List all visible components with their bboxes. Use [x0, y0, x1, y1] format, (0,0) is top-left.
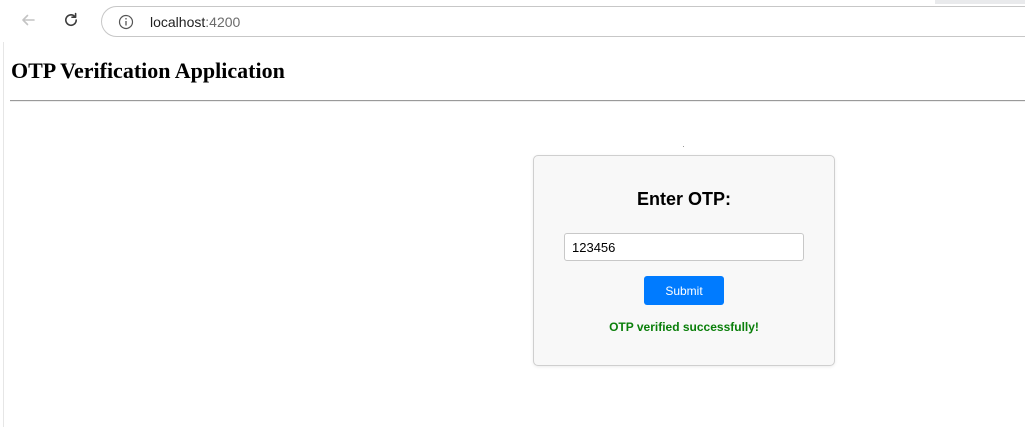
- url-port: :4200: [205, 14, 241, 30]
- arrow-left-icon: [19, 11, 37, 34]
- url-text: localhost:4200: [150, 14, 240, 30]
- otp-status-message: OTP verified successfully!: [609, 320, 759, 334]
- reload-icon: [62, 11, 80, 34]
- page-viewport: OTP Verification Application Enter OTP: …: [3, 42, 1025, 427]
- title-divider: [10, 100, 1025, 102]
- url-host: localhost: [150, 14, 206, 30]
- page-title: OTP Verification Application: [11, 58, 285, 83]
- toolbar-edge: [935, 0, 1025, 4]
- info-icon[interactable]: [118, 14, 134, 30]
- otp-card: Enter OTP: Submit OTP verified successfu…: [533, 155, 835, 366]
- otp-card-title: Enter OTP:: [636, 189, 731, 209]
- stray-dot: [683, 146, 684, 147]
- browser-toolbar: localhost:4200: [0, 0, 1025, 42]
- otp-input[interactable]: [564, 233, 804, 261]
- address-bar[interactable]: localhost:4200: [101, 6, 1025, 37]
- submit-button[interactable]: Submit: [644, 276, 724, 305]
- reload-button[interactable]: [56, 7, 86, 37]
- back-button[interactable]: [13, 7, 43, 37]
